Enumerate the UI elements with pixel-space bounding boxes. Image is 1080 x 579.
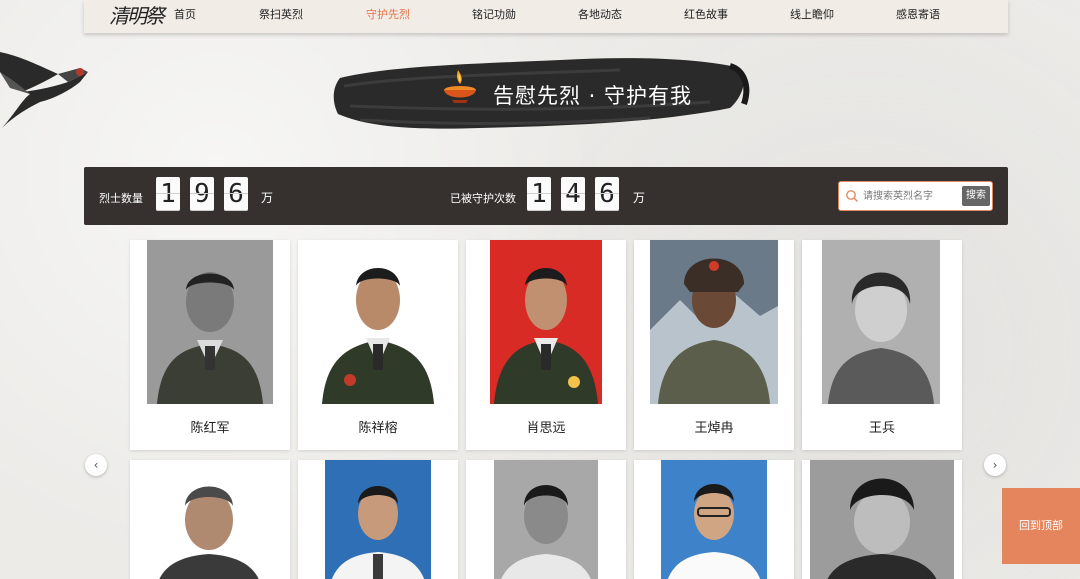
- chevron-left-icon: ‹: [93, 458, 99, 472]
- martyr-card[interactable]: 陈红军: [130, 240, 290, 450]
- martyrs-count-digit: 9: [190, 177, 214, 211]
- martyr-portrait: [150, 460, 268, 579]
- search-input[interactable]: [863, 187, 959, 205]
- martyr-portrait: [316, 240, 440, 404]
- nav-item-remember-merits[interactable]: 铭记功勋: [472, 0, 516, 30]
- nav-item-sweep-tombs[interactable]: 祭扫英烈: [259, 0, 303, 30]
- stats-bar: 烈士数量 1 9 6 万 已被守护次数 1 4 6 万 搜索: [84, 167, 1008, 225]
- nav-item-guard-martyrs[interactable]: 守护先烈: [366, 0, 410, 30]
- candle-lamp-icon: [444, 70, 476, 103]
- martyr-card[interactable]: [298, 460, 458, 579]
- martyrs-count-digit: 6: [224, 177, 248, 211]
- swallow-decoration-icon: [0, 52, 88, 128]
- martyr-portrait: [147, 240, 273, 404]
- martyr-search-box: 搜索: [838, 181, 993, 211]
- martyr-card[interactable]: 肖思远: [466, 240, 626, 450]
- top-navigation-bar: 清明祭 首页 祭扫英烈 守护先烈 铭记功勋 各地动态 红色故事 线上瞻仰 感恩寄…: [84, 0, 1008, 33]
- chevron-right-icon: ›: [992, 458, 998, 472]
- nav-item-home[interactable]: 首页: [174, 0, 196, 30]
- martyr-portrait: [810, 460, 954, 579]
- guard-count-digit: 4: [561, 177, 585, 211]
- martyr-card[interactable]: [802, 460, 962, 579]
- martyr-name: 陈红军: [190, 421, 230, 436]
- martyrs-count-digit: 1: [156, 177, 180, 211]
- search-icon: [846, 190, 858, 202]
- guard-count-digit: 1: [527, 177, 551, 211]
- martyr-card[interactable]: 王兵: [802, 240, 962, 450]
- martyr-name: 肖思远: [526, 421, 566, 436]
- martyr-card[interactable]: [466, 460, 626, 579]
- search-button[interactable]: 搜索: [962, 186, 990, 206]
- nav-item-local-news[interactable]: 各地动态: [578, 0, 622, 30]
- martyr-card[interactable]: [634, 460, 794, 579]
- martyrs-count-unit: 万: [261, 191, 274, 205]
- martyr-name: 陈祥榕: [358, 421, 398, 436]
- guard-count-label: 已被守护次数: [450, 192, 516, 205]
- martyr-card[interactable]: 陈祥榕: [298, 240, 458, 450]
- martyr-portrait: [325, 460, 431, 579]
- martyr-name: 王兵: [868, 421, 895, 436]
- martyr-card[interactable]: [130, 460, 290, 579]
- martyr-card[interactable]: 王焯冉: [634, 240, 794, 450]
- qingmingji-logo[interactable]: 清明祭: [109, 2, 165, 30]
- martyrs-count-label: 烈士数量: [99, 192, 143, 205]
- martyr-portrait: [490, 240, 602, 404]
- guard-count-unit: 万: [633, 191, 646, 205]
- martyr-portrait: [822, 240, 940, 404]
- nav-item-gratitude-messages[interactable]: 感恩寄语: [896, 0, 940, 30]
- carousel-next-button[interactable]: ›: [984, 454, 1006, 476]
- martyr-portrait: [661, 460, 767, 579]
- martyr-portrait: [650, 240, 778, 404]
- martyr-name: 王焯冉: [694, 421, 734, 436]
- banner-title: 告慰先烈 · 守护有我: [493, 84, 693, 108]
- nav-item-online-visit[interactable]: 线上瞻仰: [790, 0, 834, 30]
- back-to-top-button[interactable]: 回到顶部: [1002, 488, 1080, 564]
- nav-item-red-stories[interactable]: 红色故事: [684, 0, 728, 30]
- martyr-portrait: [494, 460, 598, 579]
- carousel-prev-button[interactable]: ‹: [85, 454, 107, 476]
- guard-count-digit: 6: [595, 177, 619, 211]
